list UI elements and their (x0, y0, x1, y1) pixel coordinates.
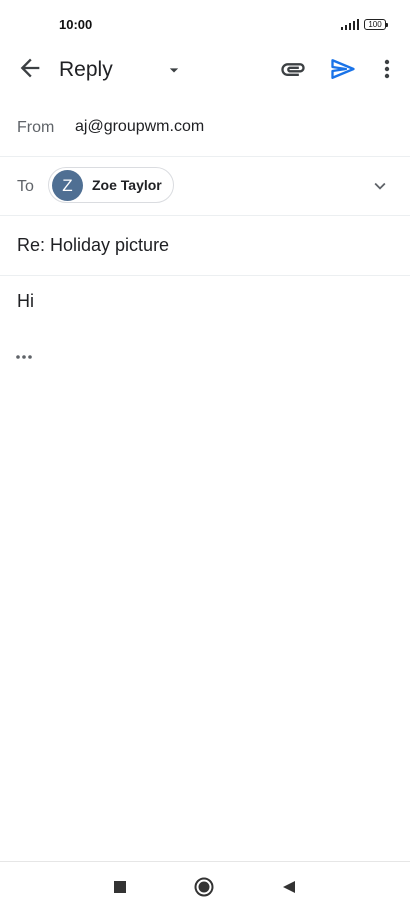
stop-square-icon[interactable] (114, 881, 126, 893)
send-icon[interactable] (329, 55, 357, 83)
system-nav-bar (0, 861, 410, 911)
to-label: To (17, 178, 34, 195)
battery-level: 100 (368, 20, 382, 29)
status-time: 10:00 (59, 17, 93, 32)
page-title: Reply (59, 58, 113, 81)
app-bar: Reply (0, 44, 410, 96)
chevron-down-icon[interactable] (369, 175, 391, 197)
back-arrow-icon[interactable] (16, 54, 44, 82)
from-row[interactable]: From aj@groupwm.com (0, 99, 410, 157)
dropdown-caret-icon[interactable] (164, 60, 184, 80)
nav-back-icon[interactable] (282, 880, 296, 894)
home-circle-icon[interactable] (194, 877, 214, 897)
ellipsis-icon[interactable] (15, 350, 35, 364)
from-label: From (17, 119, 55, 136)
signal-icon (341, 19, 359, 30)
more-vert-icon[interactable] (376, 55, 398, 83)
status-bar: 10:00 100 (0, 0, 410, 50)
avatar: Z (52, 170, 83, 201)
battery-icon: 100 (364, 19, 388, 30)
subject-field[interactable]: Re: Holiday picture (17, 235, 169, 256)
from-address[interactable]: aj@groupwm.com (75, 118, 204, 136)
to-row[interactable]: To Z Zoe Taylor (0, 157, 410, 216)
attach-icon[interactable] (279, 55, 307, 83)
message-body[interactable]: Hi (17, 291, 34, 312)
recipient-chip[interactable]: Z Zoe Taylor (48, 167, 174, 203)
recipient-name: Zoe Taylor (92, 177, 162, 193)
subject-row[interactable]: Re: Holiday picture (0, 216, 410, 276)
